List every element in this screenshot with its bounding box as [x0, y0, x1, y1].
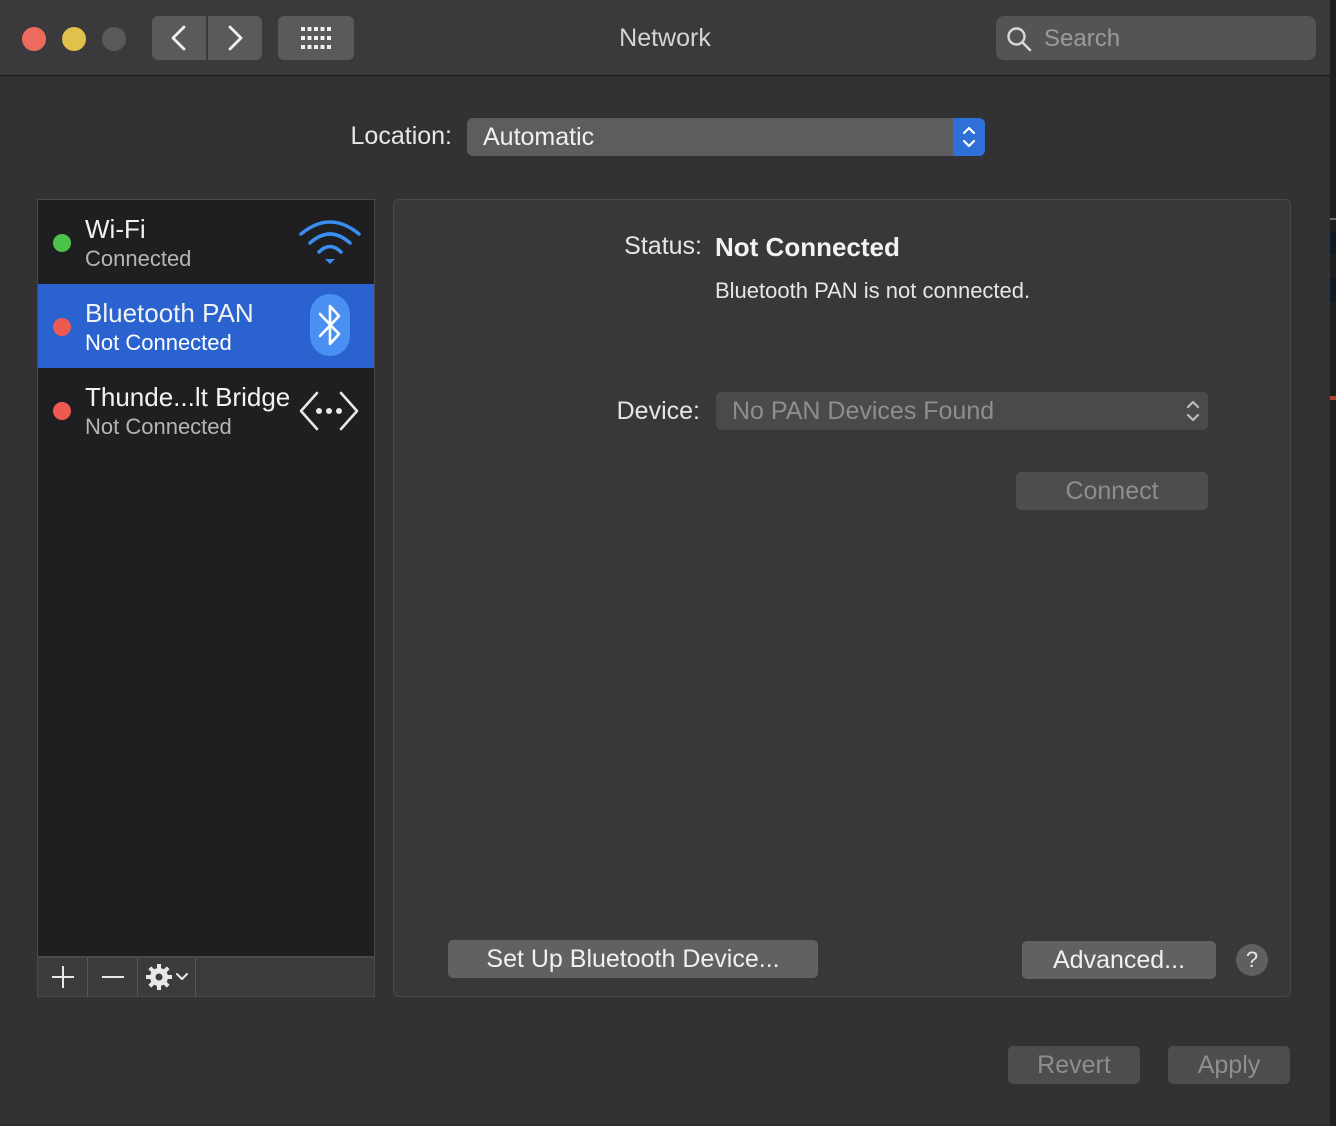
status-description: Bluetooth PAN is not connected. [715, 278, 1031, 303]
thunderbolt-bridge-icon [299, 391, 359, 431]
show-all-button[interactable] [278, 16, 354, 60]
device-value: No PAN Devices Found [732, 397, 995, 425]
minimize-window-button[interactable] [62, 27, 86, 51]
service-name: Wi-Fi [85, 214, 146, 244]
service-list-toolbar [37, 957, 375, 997]
close-window-button[interactable] [22, 27, 46, 51]
advanced-button[interactable]: Advanced... [1022, 941, 1216, 979]
network-preferences-window: Network Location: Automatic Wi-Fi Connec… [0, 0, 1331, 1124]
service-item-bluetooth-pan[interactable]: Bluetooth PAN Not Connected [38, 284, 374, 368]
remove-service-button[interactable] [88, 958, 138, 996]
popup-arrows-icon [953, 118, 985, 156]
search-field[interactable] [996, 16, 1316, 60]
service-name: Bluetooth PAN [85, 298, 254, 328]
device-popup[interactable]: No PAN Devices Found [716, 392, 1208, 430]
status-dot [53, 402, 71, 420]
location-value: Automatic [483, 123, 595, 151]
status-value: Not Connected [715, 232, 900, 262]
help-button[interactable]: ? [1236, 944, 1268, 976]
background-window-edge [1330, 0, 1336, 1126]
gear-icon [145, 964, 172, 990]
search-input[interactable] [1042, 22, 1306, 56]
service-item-wifi[interactable]: Wi-Fi Connected [38, 200, 374, 284]
revert-button[interactable]: Revert [1008, 1046, 1140, 1084]
location-label: Location: [350, 122, 452, 150]
wifi-icon [299, 220, 361, 264]
device-label: Device: [616, 397, 700, 425]
service-list: Wi-Fi Connected Bluetooth PAN Not Connec… [37, 199, 375, 957]
apply-button[interactable]: Apply [1168, 1046, 1290, 1084]
service-status: Not Connected [85, 330, 232, 355]
forward-button[interactable] [208, 16, 262, 60]
status-label: Status: [624, 232, 702, 260]
service-item-thunderbolt-bridge[interactable]: Thunde...lt Bridge Not Connected [38, 368, 374, 452]
zoom-window-button[interactable] [102, 27, 126, 51]
service-status: Connected [85, 246, 192, 271]
chevron-left-icon [171, 25, 186, 51]
service-status: Not Connected [85, 414, 232, 439]
chevron-down-icon [175, 973, 188, 980]
chevron-right-icon [228, 25, 243, 51]
location-popup[interactable]: Automatic [467, 118, 985, 156]
service-name: Thunde...lt Bridge [85, 382, 291, 412]
bluetooth-icon [310, 294, 350, 356]
grid-icon [301, 27, 331, 49]
title-bar: Network [0, 0, 1330, 76]
plus-icon [51, 966, 74, 988]
set-up-bluetooth-device-button[interactable]: Set Up Bluetooth Device... [448, 940, 818, 978]
popup-arrows-icon [1186, 400, 1200, 422]
detail-panel [393, 199, 1291, 997]
search-icon [1007, 27, 1032, 52]
service-actions-menu[interactable] [138, 958, 196, 996]
status-dot [53, 234, 71, 252]
status-dot [53, 318, 71, 336]
back-button[interactable] [152, 16, 206, 60]
add-service-button[interactable] [38, 958, 88, 996]
connect-button[interactable]: Connect [1016, 472, 1208, 510]
minus-icon [101, 976, 124, 978]
